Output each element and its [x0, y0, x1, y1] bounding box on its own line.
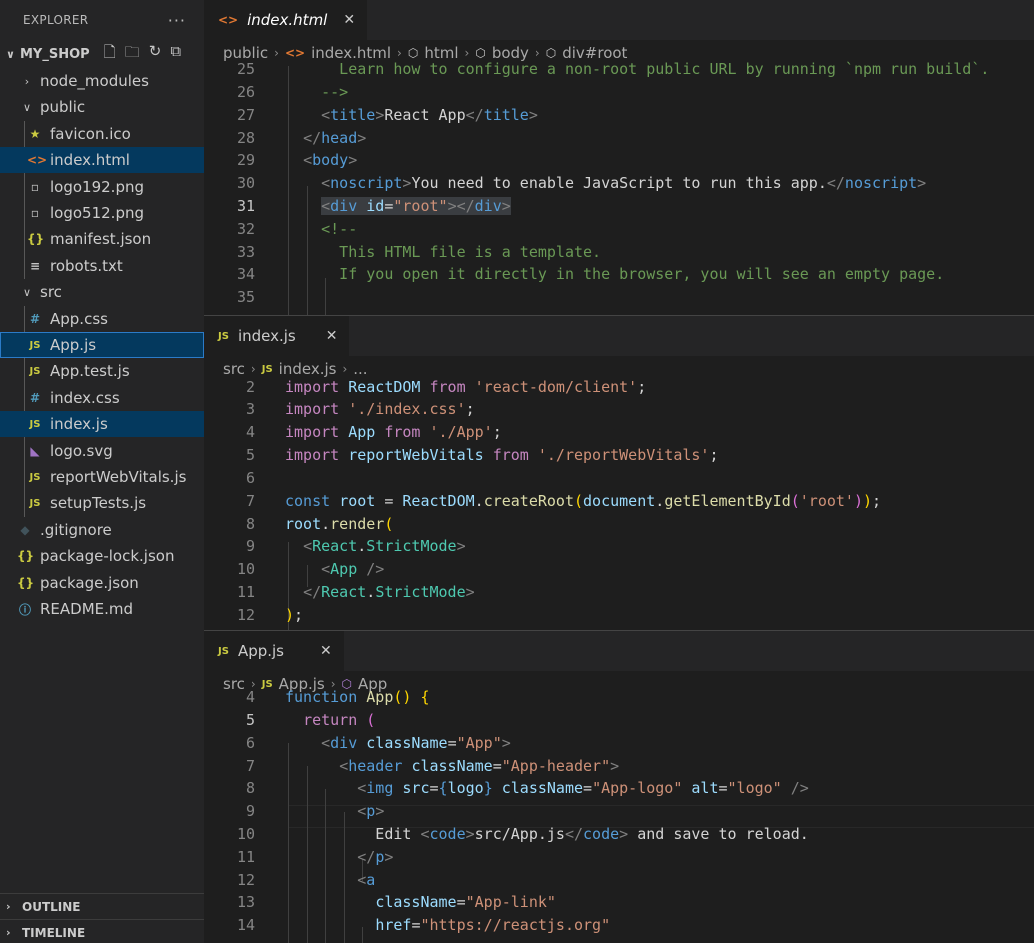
explorer-title: EXPLORER [23, 13, 89, 27]
tree-file-gitignore[interactable]: ◆ .gitignore [0, 517, 204, 543]
tree-file-index-css[interactable]: # index.css [0, 385, 204, 411]
info-icon: ⓘ [18, 602, 31, 617]
tree-file-index-js[interactable]: JS index.js [0, 411, 204, 437]
tree-file-app-test[interactable]: JS App.test.js [0, 358, 204, 384]
js-file-icon: JS [218, 645, 229, 657]
timeline-panel-header[interactable]: › TIMELINE [0, 919, 204, 943]
chevron-right-icon: › [342, 362, 348, 376]
js-file-icon: JS [218, 330, 229, 342]
json-file-icon: {} [27, 232, 45, 246]
code-area-index-html[interactable]: 25 Learn how to configure a non-root pub… [204, 60, 1034, 315]
tree-file-logo192[interactable]: ▫ logo192.png [0, 174, 204, 200]
chevron-down-icon: ∨ [22, 100, 32, 114]
tree-file-index-html[interactable]: <> index.html [0, 147, 204, 173]
editor-index-html: <> index.html ✕ public › <> index.html ›… [204, 0, 1034, 315]
editor-index-js: JS index.js ✕ src › JS index.js › ... 2i… [204, 316, 1034, 630]
html-file-icon: <> [218, 13, 239, 27]
css-file-icon: # [29, 312, 41, 326]
editor-app-js: JS App.js ✕ src › JS App.js › ⬡ App 4 fun… [204, 631, 1034, 943]
tree-folder-public[interactable]: ∨ public [0, 94, 204, 120]
more-actions-icon[interactable]: ··· [168, 11, 186, 30]
json-file-icon: {} [17, 549, 35, 563]
outline-panel-header[interactable]: › OUTLINE [0, 893, 204, 919]
tree-file-favicon[interactable]: ★ favicon.ico [0, 121, 204, 147]
chevron-down-icon: ∨ [22, 285, 32, 299]
js-file-icon: JS [29, 418, 41, 430]
collapse-all-icon[interactable]: ⧉ [170, 42, 181, 67]
js-file-icon: JS [29, 471, 41, 483]
text-file-icon: ≡ [29, 259, 41, 273]
tree-folder-node_modules[interactable]: › node_modules [0, 68, 204, 94]
chevron-right-icon: › [6, 926, 11, 939]
refresh-icon[interactable]: ↻ [149, 42, 162, 67]
close-icon[interactable]: ✕ [326, 328, 338, 344]
tree-file-logo-svg[interactable]: ◣ logo.svg [0, 438, 204, 464]
js-file-icon: JS [29, 497, 41, 509]
tree-file-setuptests[interactable]: JS setupTests.js [0, 490, 204, 516]
css-file-icon: # [29, 391, 41, 405]
code-area-index-js[interactable]: 2 import ReactDOM from 'react-dom/client'… [204, 378, 1034, 630]
image-file-icon: ▫ [30, 180, 40, 194]
js-file-icon: JS [261, 363, 273, 375]
tree-file-reportwebvitals[interactable]: JS reportWebVitals.js [0, 464, 204, 490]
project-name: MY_SHOP [20, 46, 90, 62]
tree-file-readme[interactable]: ⓘ README.md [0, 596, 204, 622]
close-icon[interactable]: ✕ [343, 12, 355, 28]
explorer-header: EXPLORER ··· [0, 0, 204, 40]
chevron-down-icon: ∨ [6, 47, 15, 61]
svg-file-icon: ◣ [30, 444, 40, 458]
image-file-icon: ▫ [30, 206, 40, 220]
explorer-sidebar: EXPLORER ··· ∨ MY_SHOP 🗋 🗀 ↻ ⧉ › node_mo… [0, 0, 204, 943]
new-folder-icon[interactable]: 🗀 [125, 42, 140, 67]
git-icon: ◆ [20, 523, 30, 537]
tree-file-manifest[interactable]: {} manifest.json [0, 226, 204, 252]
tree-file-app-js[interactable]: JS App.js [0, 332, 204, 358]
js-file-icon: JS [29, 365, 41, 377]
tree-file-package-json[interactable]: {} package.json [0, 570, 204, 596]
chevron-right-icon: › [6, 900, 11, 913]
tree-file-logo512[interactable]: ▫ logo512.png [0, 200, 204, 226]
json-file-icon: {} [17, 576, 35, 590]
tab-index-html[interactable]: <> index.html ✕ [204, 0, 368, 40]
tree-folder-src[interactable]: ∨ src [0, 279, 204, 305]
code-area-app-js[interactable]: 4 function App() { 5 return ( 6 <div clas… [204, 688, 1034, 943]
project-root[interactable]: ∨ MY_SHOP 🗋 🗀 ↻ ⧉ [0, 40, 204, 68]
tree-file-package-lock[interactable]: {} package-lock.json [0, 543, 204, 569]
tree-file-robots[interactable]: ≡ robots.txt [0, 253, 204, 279]
tree-file-app-css[interactable]: # App.css [0, 306, 204, 332]
chevron-right-icon: › [24, 74, 30, 88]
html-file-icon: <> [27, 153, 48, 167]
close-icon[interactable]: ✕ [320, 643, 332, 659]
tab-app-js[interactable]: JS App.js ✕ [204, 631, 344, 671]
js-file-icon: JS [29, 339, 41, 351]
new-file-icon[interactable]: 🗋 [104, 42, 116, 67]
tab-index-js[interactable]: JS index.js ✕ [204, 316, 350, 356]
chevron-right-icon: › [250, 362, 256, 376]
star-icon: ★ [29, 127, 41, 141]
